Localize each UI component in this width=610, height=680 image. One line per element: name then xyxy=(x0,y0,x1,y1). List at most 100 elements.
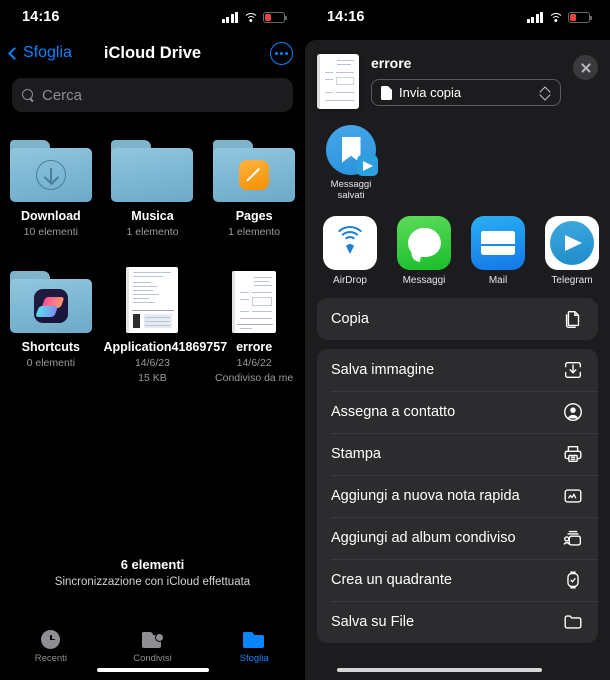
item-count-footer: 6 elementi Sincronizzazione con iCloud e… xyxy=(0,557,305,588)
file-name: errore xyxy=(236,340,273,355)
send-option-label: Invia copia xyxy=(399,85,462,100)
status-icons xyxy=(526,11,593,23)
app-label: AirDrop xyxy=(333,274,367,286)
copy-icon xyxy=(562,308,584,330)
shortcuts-app-icon xyxy=(33,289,68,324)
navigation-bar: Sfoglia iCloud Drive xyxy=(0,34,305,72)
file-item-shortcuts[interactable]: Shortcuts 0 elementi xyxy=(0,261,102,385)
file-name: Pages xyxy=(235,209,273,223)
file-item-application[interactable]: Application41869757 14/6/23 15 KB xyxy=(102,261,228,385)
download-arrow-icon xyxy=(35,160,66,190)
share-app-messaggi[interactable]: Messaggi xyxy=(395,215,453,286)
action-copia[interactable]: Copia xyxy=(317,298,598,340)
document-preview-icon xyxy=(317,54,359,109)
home-indicator xyxy=(96,667,209,672)
search-placeholder: Cerca xyxy=(42,86,83,104)
tab-condivisi[interactable]: Condivisi xyxy=(102,606,204,664)
folder-icon xyxy=(243,632,265,649)
app-label: Telegram xyxy=(551,274,593,286)
share-sheet-header: errore Invia copia xyxy=(305,40,610,119)
back-button[interactable]: Sfoglia xyxy=(4,44,72,62)
app-label: Messaggi xyxy=(402,274,446,286)
action-assegna-contatto[interactable]: Assegna a contatto xyxy=(317,390,598,433)
chevron-left-icon xyxy=(8,46,21,60)
action-salva-su-file[interactable]: Salva su File xyxy=(317,600,598,643)
telegram-icon xyxy=(545,215,599,270)
action-label: Assegna a contatto xyxy=(331,403,456,420)
file-thumbnail xyxy=(213,130,296,202)
file-name: Musica xyxy=(131,209,174,223)
file-grid: Download 10 elementi Musica 1 elemento P… xyxy=(0,112,305,385)
save-image-icon xyxy=(562,359,584,381)
dual-screenshot: 14:16 Sfoglia iCloud Drive Cerca Downloa… xyxy=(0,0,610,680)
wifi-icon xyxy=(243,12,258,23)
printer-icon xyxy=(562,443,584,465)
ellipsis-circle-icon[interactable] xyxy=(270,41,293,65)
search-icon xyxy=(22,88,35,102)
scroll-indicator[interactable] xyxy=(337,668,542,672)
close-icon[interactable] xyxy=(573,55,598,80)
file-meta: 1 elemento xyxy=(228,226,281,239)
file-meta: 0 elementi xyxy=(26,357,76,370)
folder-icon xyxy=(9,140,92,202)
saved-messages-bookmark-icon xyxy=(326,125,378,176)
file-thumbnail xyxy=(9,130,92,202)
file-item-musica[interactable]: Musica 1 elemento xyxy=(102,130,204,239)
tab-label: Sfoglia xyxy=(239,653,269,664)
action-stampa[interactable]: Stampa xyxy=(317,432,598,475)
file-meta: 1 elemento xyxy=(126,226,179,239)
tab-sfoglia[interactable]: Sfoglia xyxy=(203,606,305,664)
search-input[interactable]: Cerca xyxy=(12,78,293,112)
share-app-airdrop[interactable]: AirDrop xyxy=(321,215,379,286)
share-app-mail[interactable]: Mail xyxy=(469,215,527,286)
file-meta: 14/6/22 xyxy=(236,357,272,370)
watch-face-icon xyxy=(562,569,584,591)
contact-icon xyxy=(562,401,584,423)
file-name: Application41869757 xyxy=(103,340,228,355)
file-sharing-status: Condiviso da me xyxy=(215,372,294,385)
up-down-chevron-icon xyxy=(540,86,551,100)
status-icons xyxy=(221,11,288,23)
action-album-condiviso[interactable]: Aggiungi ad album condiviso xyxy=(317,516,598,559)
shared-folder-icon xyxy=(141,632,164,649)
send-option-selector[interactable]: Invia copia xyxy=(371,79,561,106)
app-label: Mail xyxy=(488,274,508,286)
file-meta: 10 elementi xyxy=(23,226,78,239)
action-label: Crea un quadrante xyxy=(331,571,452,588)
pages-app-icon xyxy=(239,160,270,190)
cellular-bars-icon xyxy=(526,11,543,23)
file-meta: 14/6/23 xyxy=(134,357,170,370)
messages-icon xyxy=(397,215,451,270)
status-time: 14:16 xyxy=(22,9,60,25)
document-page-icon xyxy=(232,271,277,334)
action-salva-immagine[interactable]: Salva immagine xyxy=(317,349,598,391)
tab-bar: Recenti Condivisi Sfoglia xyxy=(0,606,305,664)
sync-status: Sincronizzazione con iCloud effettuata xyxy=(54,576,251,588)
share-file-name: errore xyxy=(371,55,412,71)
quick-note-icon xyxy=(562,485,584,507)
folder-icon xyxy=(111,140,194,202)
document-page-icon xyxy=(126,267,179,334)
action-crea-quadrante[interactable]: Crea un quadrante xyxy=(317,558,598,601)
tab-recenti[interactable]: Recenti xyxy=(0,606,102,664)
file-size: 15 KB xyxy=(138,372,167,385)
status-bar-right: 14:16 xyxy=(305,0,610,34)
file-name: Download xyxy=(20,209,81,223)
status-bar-left: 14:16 xyxy=(0,0,305,34)
file-thumbnail xyxy=(111,130,194,202)
folder-icon xyxy=(9,271,92,334)
airdrop-icon xyxy=(323,215,377,270)
back-button-label: Sfoglia xyxy=(23,44,72,61)
suggestion-messaggi-salvati[interactable]: Messaggi salvati xyxy=(321,125,381,202)
shared-album-icon xyxy=(562,527,584,549)
file-item-download[interactable]: Download 10 elementi xyxy=(0,130,102,239)
action-label: Copia xyxy=(331,310,369,327)
action-label: Salva su File xyxy=(331,613,415,630)
share-app-telegram[interactable]: Telegram xyxy=(543,215,601,286)
action-nota-rapida[interactable]: Aggiungi a nuova nota rapida xyxy=(317,474,598,517)
battery-low-icon xyxy=(568,11,593,23)
action-label: Salva immagine xyxy=(331,361,435,378)
tab-label: Recenti xyxy=(34,653,67,664)
file-item-pages[interactable]: Pages 1 elemento xyxy=(203,130,305,239)
file-item-errore[interactable]: errore 14/6/22 Condiviso da me xyxy=(203,261,305,385)
